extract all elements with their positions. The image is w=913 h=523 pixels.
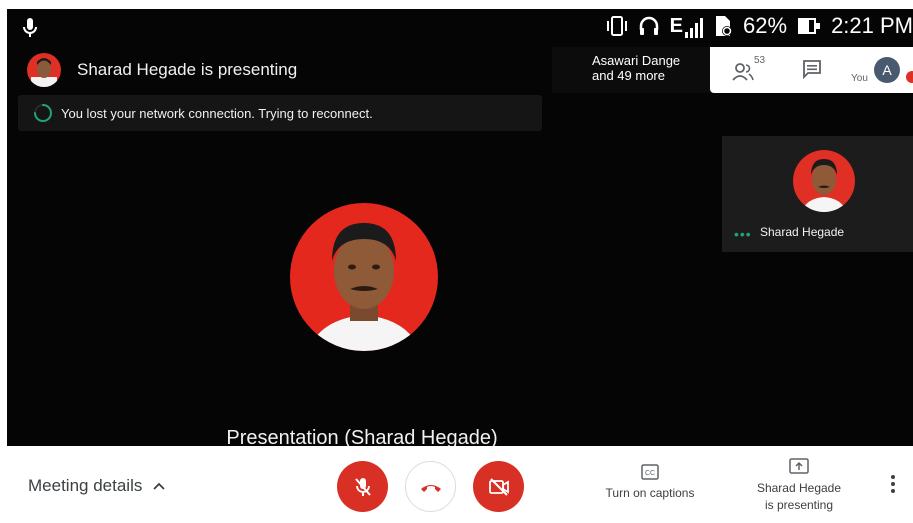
presenter-banner-text: Sharad Hegade is presenting (77, 60, 298, 79)
meeting-details-button[interactable]: Meeting details (28, 476, 166, 496)
chat-icon[interactable] (802, 59, 822, 79)
clock: 2:21 PM (831, 13, 913, 38)
svg-text:CC: CC (645, 470, 655, 477)
tile-avatar (793, 150, 855, 212)
captions-button[interactable]: CC Turn on captions (590, 464, 710, 500)
people-icon (732, 63, 754, 81)
bottom-toolbar: Meeting details CC Turn on captions Shar… (0, 446, 913, 523)
header-actions: 53 You A (710, 47, 913, 93)
more-options-icon[interactable] (890, 474, 896, 494)
camera-toggle-button[interactable] (473, 461, 524, 512)
headphones-icon (639, 16, 658, 35)
loading-spinner-icon (34, 104, 52, 122)
participant-tile[interactable]: ••• Sharad Hegade (722, 136, 913, 252)
hang-up-icon (420, 484, 441, 492)
presenting-button[interactable]: Sharad Hegade is presenting (744, 458, 854, 514)
presenter-large-avatar (290, 203, 438, 351)
self-avatar[interactable]: A (874, 57, 900, 83)
presenter-avatar (27, 53, 61, 87)
network-type-label: E (669, 14, 684, 37)
mic-toggle-button[interactable] (337, 461, 388, 512)
end-call-button[interactable] (405, 461, 456, 512)
participants-line2: and 49 more (592, 68, 665, 83)
audio-activity-icon: ••• (734, 226, 752, 242)
you-label: You (851, 73, 868, 84)
toast-message: You lost your network connection. Trying… (61, 105, 373, 121)
vibrate-icon (606, 16, 627, 36)
captions-icon: CC (641, 464, 659, 480)
header-right: Asawari Dange and 49 more 53 You A (552, 47, 913, 93)
tile-name: Sharad Hegade (760, 225, 845, 239)
sim-blocked-icon (716, 16, 733, 36)
people-button[interactable]: 53 (732, 55, 772, 85)
presenter-banner: Sharad Hegade is presenting (7, 47, 552, 93)
battery-percent: 62% (743, 13, 788, 38)
captions-label: Turn on captions (605, 486, 695, 500)
present-screen-icon (789, 458, 809, 474)
chevron-up-icon (153, 482, 165, 490)
participants-summary[interactable]: Asawari Dange and 49 more (552, 47, 710, 93)
mic-off-icon (354, 477, 371, 496)
camera-off-icon (488, 477, 509, 496)
battery-icon (798, 18, 821, 34)
status-bar: E 62% 2:21 PM (7, 9, 913, 47)
presenting-line2: is presenting (764, 498, 834, 512)
participants-line1: Asawari Dange (592, 53, 681, 68)
mic-status-icon (23, 18, 37, 37)
signal-icon (685, 17, 704, 38)
notification-badge (906, 71, 913, 83)
people-count: 53 (754, 55, 766, 66)
presenting-line1: Sharad Hegade (756, 481, 842, 495)
network-toast: You lost your network connection. Trying… (18, 95, 542, 131)
meeting-details-label: Meeting details (28, 476, 143, 495)
